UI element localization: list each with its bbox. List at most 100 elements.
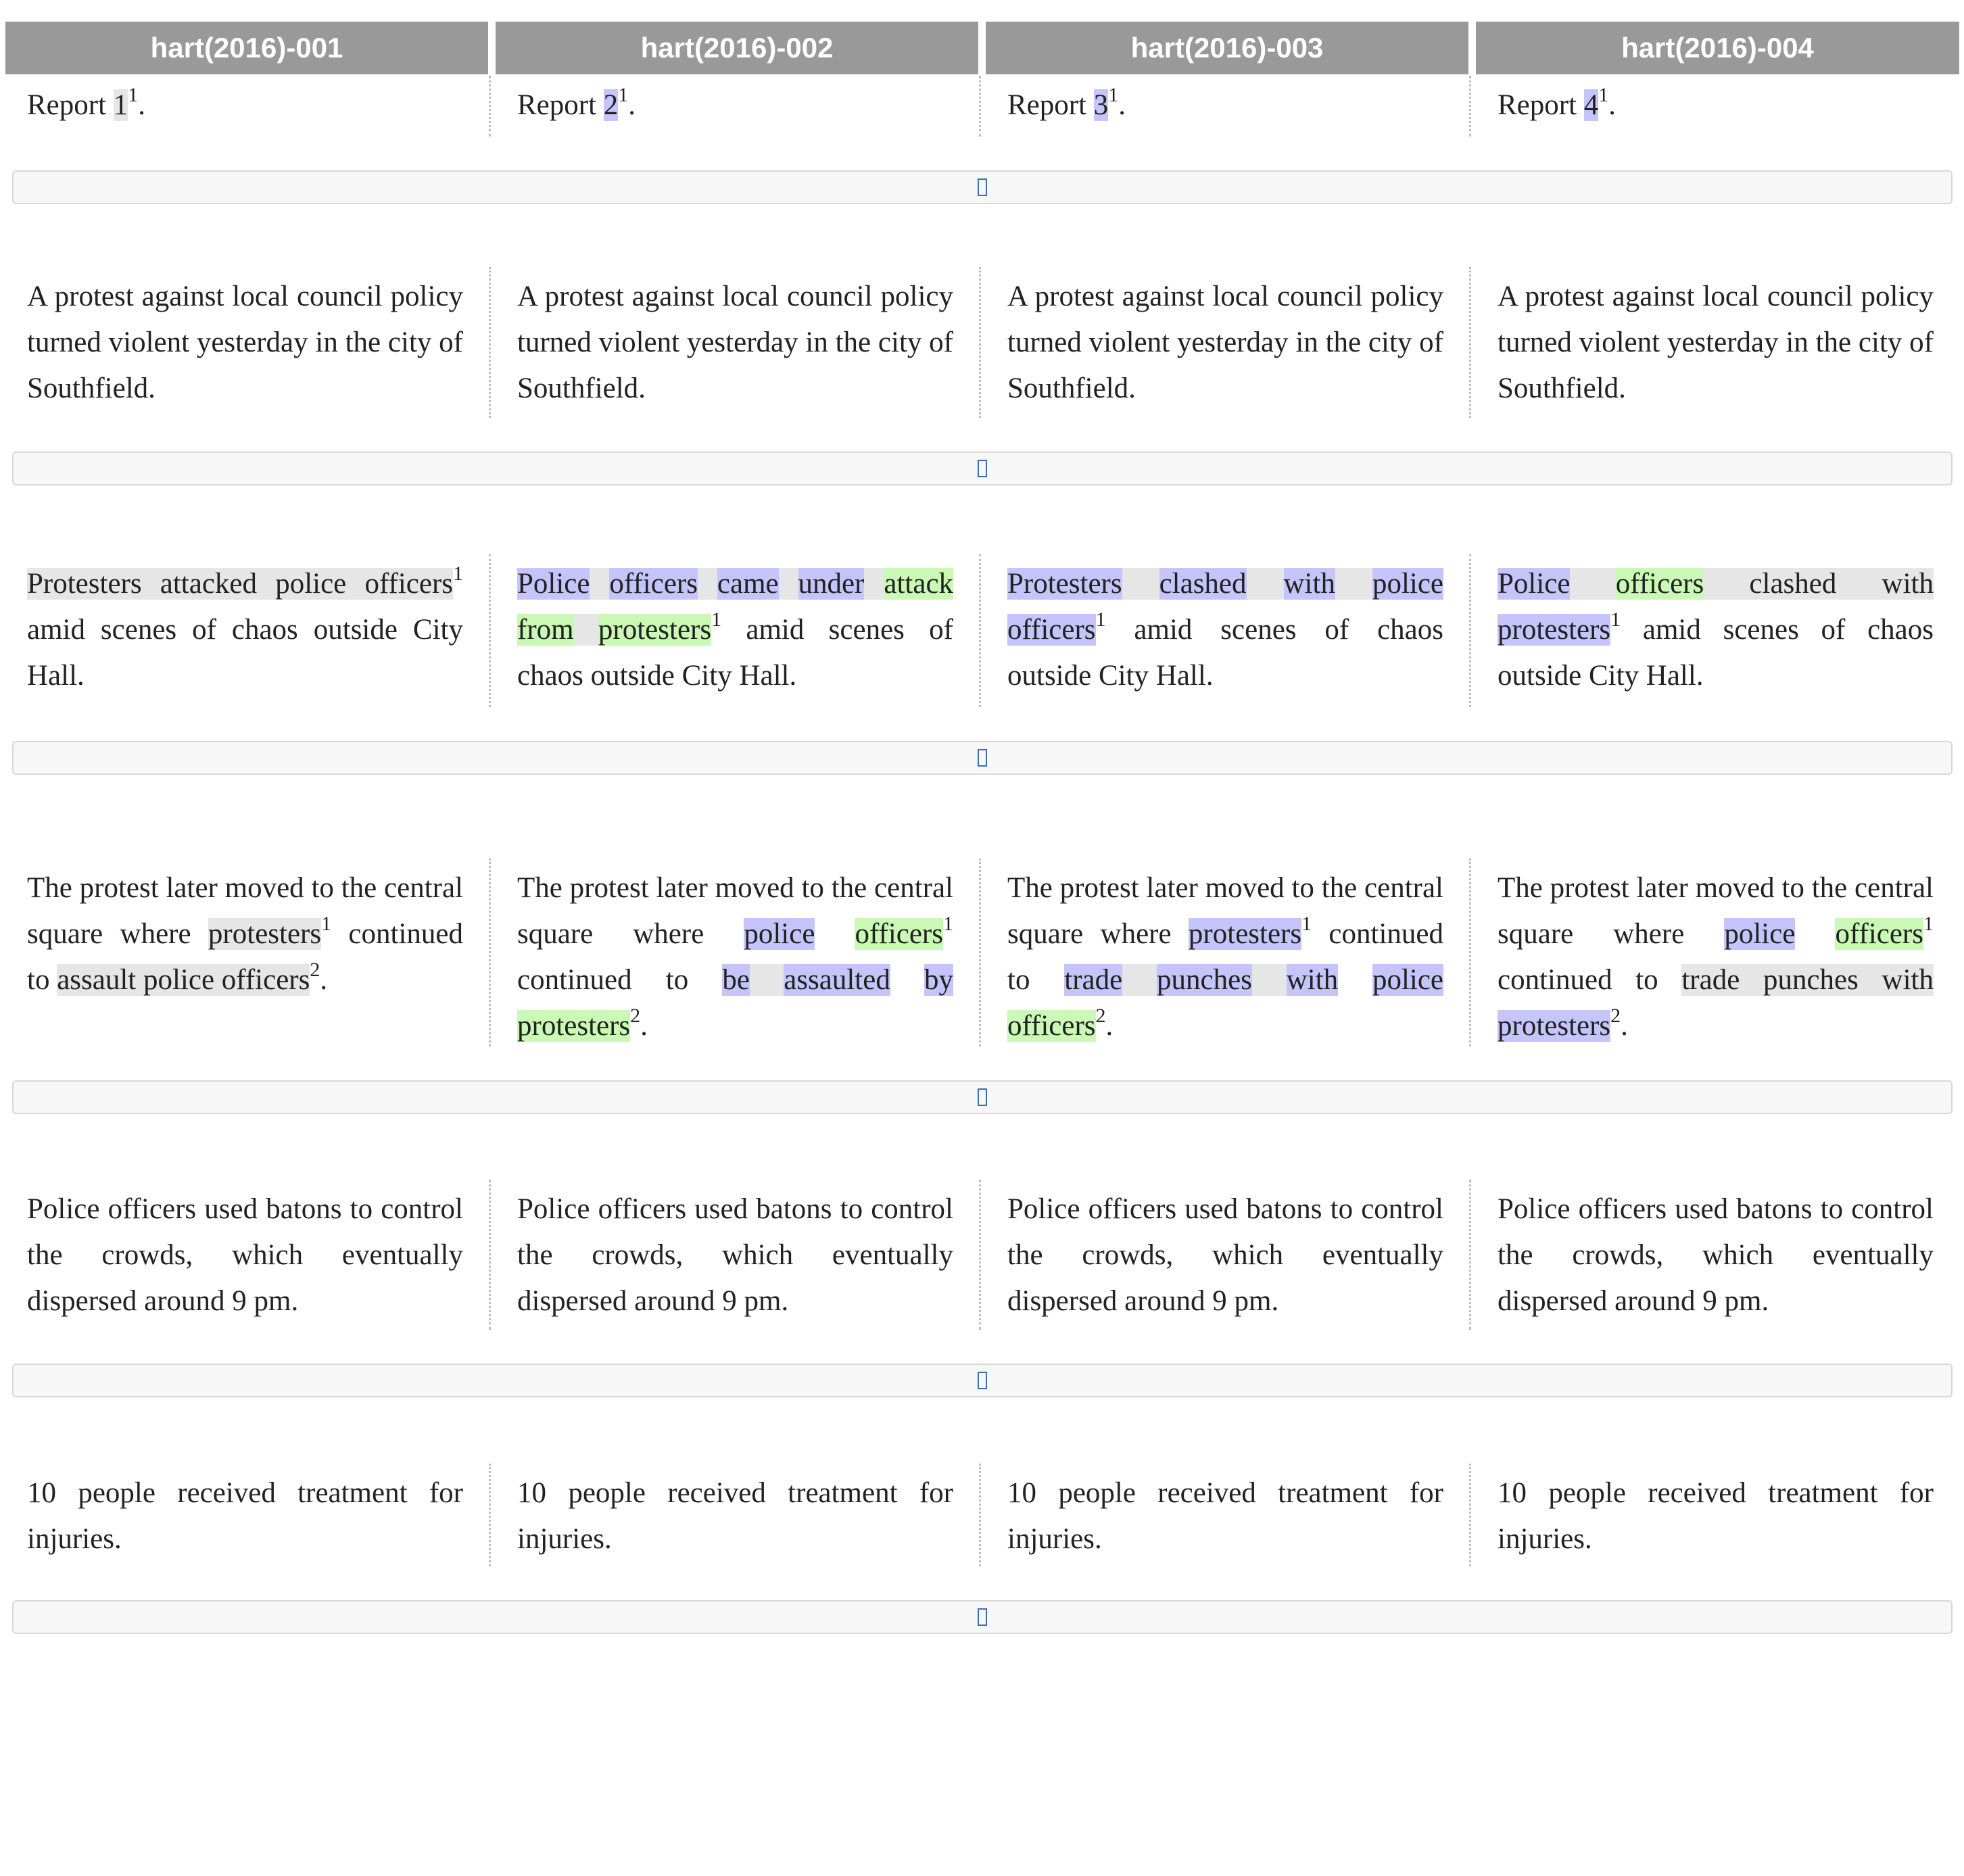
row-separator-toggle[interactable] [12, 1600, 1953, 1634]
row-separator-toggle[interactable] [12, 170, 1953, 204]
highlighted-span: police [1372, 568, 1444, 600]
highlighted-span: be [722, 964, 750, 996]
text-span: . [320, 964, 328, 996]
highlighted-span: Protesters attacked police officers [27, 568, 453, 600]
highlighted-span: police [744, 918, 815, 950]
column-header-004[interactable]: hart(2016)-004 [1476, 22, 1959, 74]
highlighted-span [1246, 568, 1284, 600]
text-span [1795, 918, 1835, 950]
footnote-marker: 2 [1095, 1004, 1106, 1027]
column-divider [979, 554, 981, 707]
highlighted-span: clashed [1159, 568, 1247, 600]
cell-r6-c3: 10 people received treatment for injurie… [1007, 1470, 1443, 1562]
column-divider [979, 76, 981, 137]
text-span: continued to [1498, 964, 1682, 996]
cell-r1-c3: Report 31. [1007, 82, 1443, 128]
text-span: . [1118, 89, 1126, 121]
row-separator-toggle[interactable] [12, 452, 1953, 485]
highlighted-span: officers [855, 918, 943, 950]
highlighted-span: officers [1615, 568, 1704, 600]
highlighted-span: came [717, 568, 779, 600]
text-span: 10 people received treatment for injurie… [517, 1477, 953, 1555]
text-span [1338, 964, 1372, 996]
text-span: A protest against local council policy t… [1007, 281, 1443, 404]
row-separator-toggle[interactable] [12, 1364, 1953, 1397]
footnote-marker: 1 [711, 608, 722, 631]
text-span: A protest against local council policy t… [517, 281, 953, 404]
cell-r2-c3: A protest against local council policy t… [1007, 274, 1443, 412]
highlighted-span: from [517, 614, 574, 646]
text-span: . [1105, 1010, 1113, 1042]
column-divider [1469, 76, 1471, 137]
highlighted-span: Police [1498, 568, 1571, 600]
expand-icon[interactable] [978, 1372, 987, 1389]
footnote-marker: 1 [1095, 608, 1106, 631]
cell-r1-c1: Report 11. [27, 82, 463, 128]
cell-r2-c1: A protest against local council policy t… [27, 274, 463, 412]
text-span: A protest against local council policy t… [27, 281, 463, 404]
cell-r5-c1: Police officers used batons to control t… [27, 1186, 463, 1324]
cell-r1-c2: Report 21. [517, 82, 953, 128]
text-span: Police officers used batons to control t… [1007, 1193, 1443, 1317]
footnote-marker: 1 [943, 912, 953, 935]
cell-r1-c4: Report 41. [1498, 82, 1934, 128]
expand-icon[interactable] [978, 1608, 987, 1626]
text-span: 10 people received treatment for injurie… [27, 1477, 463, 1555]
highlighted-span: with [1286, 964, 1339, 996]
cell-r4-c3: The protest later moved to the central s… [1007, 865, 1444, 1049]
expand-icon[interactable] [978, 460, 987, 477]
column-divider [489, 267, 491, 418]
column-divider [979, 267, 981, 418]
highlighted-span: assaulted [784, 964, 890, 996]
footnote-marker: 1 [618, 83, 629, 106]
text-span: amid scenes of chaos outside City Hall. [27, 614, 463, 692]
footnote-marker: 2 [1610, 1004, 1621, 1027]
text-span: Report [27, 89, 114, 121]
highlighted-span [1122, 568, 1159, 600]
cell-r3-c2: Police officers came under attack from p… [517, 561, 954, 699]
text-span [815, 918, 855, 950]
footnote-marker: 1 [1301, 912, 1312, 935]
text-span: . [1608, 89, 1616, 121]
cell-r6-c2: 10 people received treatment for injurie… [517, 1470, 953, 1562]
text-span: A protest against local council policy t… [1498, 281, 1934, 404]
column-divider [489, 859, 491, 1047]
cell-r6-c1: 10 people received treatment for injurie… [27, 1470, 463, 1562]
column-header-002[interactable]: hart(2016)-002 [496, 22, 978, 74]
text-span: Report [1007, 89, 1094, 121]
cell-r4-c4: The protest later moved to the central s… [1498, 865, 1934, 1049]
text-span: Police officers used batons to control t… [517, 1193, 953, 1317]
highlighted-span: Police [517, 568, 590, 600]
highlighted-span: trade punches with [1681, 964, 1934, 996]
highlighted-span [573, 614, 598, 646]
text-span: 10 people received treatment for injurie… [1007, 1477, 1443, 1555]
highlighted-span [697, 568, 717, 600]
footnote-marker: 1 [321, 912, 332, 935]
column-header-001[interactable]: hart(2016)-001 [5, 22, 488, 74]
column-divider [489, 1180, 491, 1330]
column-header-003[interactable]: hart(2016)-003 [986, 22, 1468, 74]
column-divider [489, 1464, 491, 1566]
footnote-marker: 2 [310, 958, 320, 981]
cell-r2-c4: A protest against local council policy t… [1498, 274, 1934, 412]
row-separator-toggle[interactable] [12, 1080, 1953, 1114]
highlighted-span: protesters [208, 918, 322, 950]
cell-r3-c1: Protesters attacked police officers1 ami… [27, 561, 463, 699]
text-span: Police officers used batons to control t… [27, 1193, 463, 1317]
cell-r2-c2: A protest against local council policy t… [517, 274, 953, 412]
cell-r6-c4: 10 people received treatment for injurie… [1498, 1470, 1934, 1562]
highlighted-span: under [798, 568, 865, 600]
expand-icon[interactable] [978, 178, 987, 196]
expand-icon[interactable] [978, 749, 987, 767]
highlighted-span [778, 568, 798, 600]
highlighted-span: protesters [517, 1010, 631, 1042]
expand-icon[interactable] [978, 1088, 987, 1106]
footnote-marker: 1 [1610, 608, 1621, 631]
text-span: Report [1498, 89, 1584, 121]
highlighted-span: protesters [1498, 614, 1611, 646]
highlighted-span [750, 964, 784, 996]
cell-r4-c1: The protest later moved to the central s… [27, 865, 463, 1003]
text-span: Report [517, 89, 604, 121]
row-separator-toggle[interactable] [12, 741, 1953, 775]
text-span: 10 people received treatment for injurie… [1498, 1477, 1934, 1555]
